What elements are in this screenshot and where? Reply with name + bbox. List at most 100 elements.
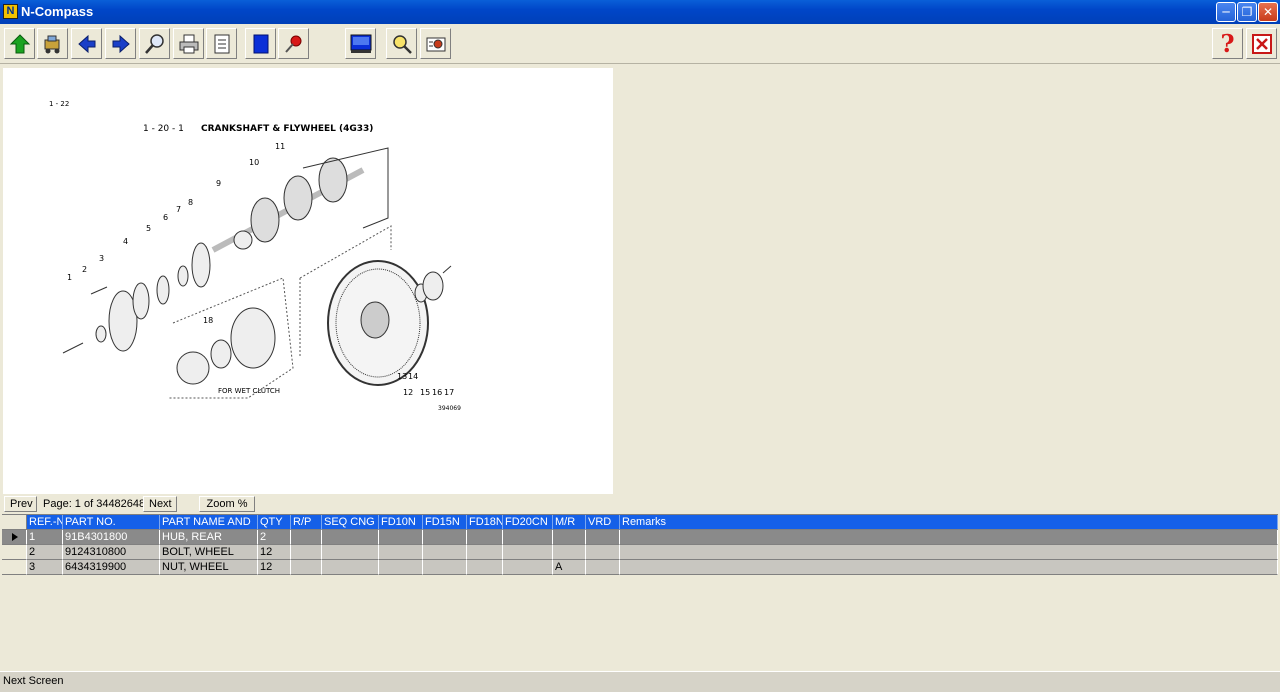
print-button[interactable]: [173, 28, 204, 59]
cell-fd20cn[interactable]: [503, 530, 553, 545]
notebook-icon: [253, 34, 268, 53]
cell-mr[interactable]: A: [553, 560, 586, 575]
cell-fd15n[interactable]: [423, 530, 467, 545]
callout-8: 8: [188, 198, 193, 207]
callout-2: 2: [82, 265, 87, 274]
table-row[interactable]: 1 91B4301800 HUB, REAR 2: [2, 530, 1278, 545]
col-fd15n[interactable]: FD15N: [423, 515, 467, 530]
notebook-button[interactable]: [245, 28, 276, 59]
page-navigation: Prev Page: 1 of 34482648 Next Zoom %: [0, 495, 1280, 513]
parts-diagram[interactable]: 1 - 22 1 - 20 - 1 CRANKSHAFT & FLYWHEEL …: [3, 68, 613, 494]
page-ref-label: 1 - 22: [49, 100, 69, 108]
table-row[interactable]: 2 9124310800 BOLT, WHEEL 12: [2, 545, 1278, 560]
col-seq-cng[interactable]: SEQ CNG: [322, 515, 379, 530]
col-part-no[interactable]: PART NO.: [63, 515, 160, 530]
wet-clutch-note: FOR WET CLUTCH: [218, 387, 280, 395]
cell-part-no[interactable]: 91B4301800: [63, 530, 160, 545]
cell-remarks[interactable]: [620, 545, 1278, 560]
callout-17: 17: [444, 388, 454, 397]
exit-icon: [1251, 33, 1272, 54]
cell-mr[interactable]: [553, 545, 586, 560]
callout-12: 12: [403, 388, 413, 397]
col-ref-no[interactable]: REF.-N: [27, 515, 63, 530]
cell-fd20cn[interactable]: [503, 545, 553, 560]
zoom-button[interactable]: Zoom %: [199, 496, 255, 512]
cell-part-name[interactable]: HUB, REAR: [160, 530, 258, 545]
cell-seq-cng[interactable]: [322, 530, 379, 545]
cell-fd10n[interactable]: [379, 530, 423, 545]
col-fd18n[interactable]: FD18N: [467, 515, 503, 530]
cell-mr[interactable]: [553, 530, 586, 545]
cell-fd15n[interactable]: [423, 545, 467, 560]
callout-1: 1: [67, 273, 72, 282]
minimize-button[interactable]: ─: [1216, 2, 1236, 22]
cell-part-no[interactable]: 9124310800: [63, 545, 160, 560]
cell-rp[interactable]: [291, 560, 322, 575]
status-bar: Next Screen: [0, 671, 1280, 692]
next-button[interactable]: Next: [143, 496, 177, 512]
cell-remarks[interactable]: [620, 530, 1278, 545]
cell-part-name[interactable]: NUT, WHEEL: [160, 560, 258, 575]
col-fd20cn[interactable]: FD20CN: [503, 515, 553, 530]
cell-seq-cng[interactable]: [322, 545, 379, 560]
vehicle-button[interactable]: [37, 28, 68, 59]
row-pointer-icon: [12, 533, 18, 541]
cell-ref-no[interactable]: 2: [27, 545, 63, 560]
document-list-button[interactable]: [206, 28, 237, 59]
parts-table: REF.-N PART NO. PART NAME AND QTY R/P SE…: [2, 514, 1278, 667]
table-row[interactable]: 3 6434319900 NUT, WHEEL 12 A: [2, 560, 1278, 575]
drawing-number: 394069: [438, 405, 461, 412]
col-remarks[interactable]: Remarks: [620, 515, 1278, 530]
cell-rp[interactable]: [291, 545, 322, 560]
cell-part-no[interactable]: 6434319900: [63, 560, 160, 575]
cell-fd15n[interactable]: [423, 560, 467, 575]
help-button[interactable]: ?: [1212, 28, 1243, 59]
cell-qty[interactable]: 2: [258, 530, 291, 545]
cell-fd20cn[interactable]: [503, 560, 553, 575]
search-button[interactable]: [386, 28, 417, 59]
up-level-button[interactable]: [4, 28, 35, 59]
cell-vrd[interactable]: [586, 530, 620, 545]
cell-fd18n[interactable]: [467, 530, 503, 545]
cell-fd10n[interactable]: [379, 545, 423, 560]
cell-qty[interactable]: 12: [258, 560, 291, 575]
close-window-button[interactable]: ✕: [1258, 2, 1278, 22]
cell-qty[interactable]: 12: [258, 545, 291, 560]
restore-button[interactable]: ❐: [1237, 2, 1257, 22]
screen-button[interactable]: [345, 28, 376, 59]
forward-button[interactable]: [105, 28, 136, 59]
cell-part-name[interactable]: BOLT, WHEEL: [160, 545, 258, 560]
prev-button[interactable]: Prev: [4, 496, 37, 512]
col-mr[interactable]: M/R: [553, 515, 586, 530]
cell-fd10n[interactable]: [379, 560, 423, 575]
col-part-name[interactable]: PART NAME AND: [160, 515, 258, 530]
callout-16: 16: [432, 388, 442, 397]
pushpin-icon: [284, 35, 301, 53]
cell-fd18n[interactable]: [467, 560, 503, 575]
cell-remarks[interactable]: [620, 560, 1278, 575]
zoom-button[interactable]: [139, 28, 170, 59]
col-vrd[interactable]: VRD: [586, 515, 620, 530]
col-fd10n[interactable]: FD10N: [379, 515, 423, 530]
toolbar: ?: [0, 24, 1280, 64]
cell-fd18n[interactable]: [467, 545, 503, 560]
exit-button[interactable]: [1246, 28, 1277, 59]
cell-rp[interactable]: [291, 530, 322, 545]
pushpin-button[interactable]: [278, 28, 309, 59]
title-bar: N N-Compass ─ ❐ ✕: [0, 0, 1280, 24]
col-rp[interactable]: R/P: [291, 515, 322, 530]
section-label: 1 - 20 - 1: [143, 124, 184, 134]
forward-arrow-icon: [112, 34, 130, 53]
back-arrow-icon: [77, 34, 95, 53]
cell-seq-cng[interactable]: [322, 560, 379, 575]
cell-vrd[interactable]: [586, 560, 620, 575]
up-arrow-icon: [9, 33, 30, 53]
callout-18: 18: [203, 316, 213, 325]
cell-ref-no[interactable]: 1: [27, 530, 63, 545]
callout-6: 6: [163, 213, 168, 222]
col-qty[interactable]: QTY: [258, 515, 291, 530]
settings-button[interactable]: [420, 28, 451, 59]
cell-vrd[interactable]: [586, 545, 620, 560]
back-button[interactable]: [71, 28, 102, 59]
cell-ref-no[interactable]: 3: [27, 560, 63, 575]
